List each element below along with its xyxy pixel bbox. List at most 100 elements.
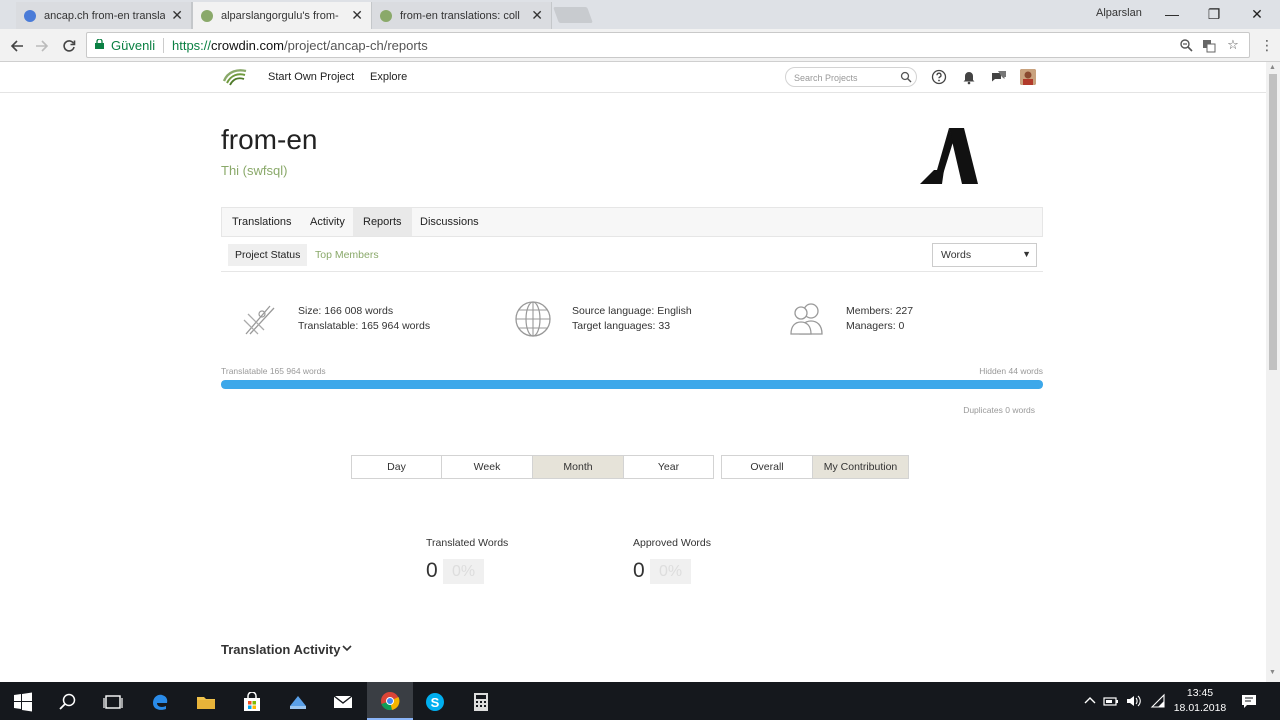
edge-browser-icon[interactable]	[150, 692, 170, 712]
restore-icon[interactable]: ❐	[1202, 3, 1226, 25]
browser-toolbar: Güvenli https://crowdin.com/project/anca…	[0, 29, 1280, 62]
battery-icon[interactable]	[1103, 693, 1119, 709]
new-tab-button[interactable]	[553, 7, 593, 23]
project-owner-link[interactable]: Thi (swfsql)	[221, 163, 287, 178]
crowdin-favicon-icon	[380, 9, 392, 22]
tab-discussions[interactable]: Discussions	[410, 208, 489, 236]
page-title: from-en	[221, 124, 318, 155]
browser-tab-2[interactable]: alparslangorgulu's from- ✕	[192, 2, 372, 29]
page-scrollbar[interactable]: ▲ ▼	[1266, 62, 1280, 682]
report-subtabs: Project Status Top Members Words ▼	[221, 237, 1043, 272]
forward-arrow-icon[interactable]	[31, 35, 53, 57]
task-view-icon[interactable]	[103, 692, 123, 712]
project-tabs: Translations Activity Reports Discussion…	[221, 207, 1043, 237]
search-icon[interactable]	[900, 71, 912, 83]
url-text[interactable]: https://crowdin.com/project/ancap-ch/rep…	[172, 38, 428, 53]
subtab-project-status[interactable]: Project Status	[228, 244, 308, 266]
reload-icon[interactable]	[58, 35, 80, 57]
translate-icon[interactable]	[1200, 37, 1218, 55]
stat-members: Members: 227 Managers: 0	[846, 305, 914, 332]
close-tab-icon[interactable]: ✕	[531, 7, 543, 24]
stat-size: Size: 166 008 words Translatable: 165 96…	[298, 305, 431, 332]
mail-icon[interactable]	[333, 692, 353, 712]
lock-icon	[95, 39, 104, 49]
stat-languages: Source language: English Target language…	[572, 305, 692, 332]
volume-icon[interactable]	[1125, 693, 1141, 709]
period-day-button[interactable]: Day	[351, 455, 442, 479]
search-box[interactable]	[785, 67, 917, 87]
chrome-icon	[381, 692, 400, 711]
chevron-up-icon[interactable]	[1082, 693, 1098, 709]
scope-my-contribution-button[interactable]: My Contribution	[812, 455, 909, 479]
ruler-tools-icon	[243, 305, 275, 335]
scroll-down-icon[interactable]: ▼	[1269, 669, 1276, 676]
approved-words-value: 0	[633, 559, 645, 582]
tab-translations[interactable]: Translations	[222, 208, 302, 236]
back-arrow-icon[interactable]	[6, 35, 28, 57]
file-explorer-icon[interactable]	[196, 692, 216, 712]
chevron-down-icon[interactable]	[342, 643, 352, 653]
period-week-button[interactable]: Week	[441, 455, 533, 479]
search-icon[interactable]	[58, 692, 78, 712]
action-center-icon[interactable]	[1241, 693, 1257, 709]
close-tab-icon[interactable]: ✕	[171, 7, 183, 24]
divider	[163, 38, 164, 53]
crowdin-favicon-icon	[201, 9, 213, 22]
scroll-thumb[interactable]	[1269, 74, 1277, 370]
crowdin-logo-icon[interactable]	[222, 67, 248, 87]
svg-text:S: S	[431, 695, 440, 710]
period-year-button[interactable]: Year	[623, 455, 714, 479]
period-month-button[interactable]: Month	[532, 455, 624, 479]
browser-tab-1[interactable]: ancap.ch from-en transla ✕	[16, 2, 192, 29]
progress-bar-fill	[221, 380, 1043, 389]
tab-activity[interactable]: Activity	[300, 208, 355, 236]
notifications-bell-icon[interactable]	[961, 69, 977, 85]
windows-start-icon[interactable]	[13, 692, 33, 712]
tab-reports[interactable]: Reports	[353, 208, 412, 236]
minimize-icon[interactable]: —	[1160, 3, 1184, 25]
secure-label: Güvenli	[111, 38, 156, 53]
menu-icon[interactable]: ⋮	[1256, 35, 1278, 57]
project-logo-icon	[920, 128, 978, 184]
progress-bar	[221, 380, 1043, 389]
unit-select[interactable]: Words ▼	[932, 243, 1037, 267]
browser-tab-strip: ancap.ch from-en transla ✕ alparslangorg…	[0, 0, 1280, 29]
globe-icon	[515, 301, 551, 337]
site-header: Start Own Project Explore	[0, 62, 1266, 93]
crowdin-favicon-icon	[24, 9, 36, 22]
address-bar[interactable]: Güvenli https://crowdin.com/project/anca…	[86, 32, 1250, 58]
translation-activity-title[interactable]: Translation Activity	[221, 642, 340, 657]
zoom-icon[interactable]	[1177, 37, 1195, 55]
members-icon	[790, 303, 823, 335]
duplicates-label: Duplicates 0 words	[963, 405, 1035, 415]
close-tab-icon[interactable]: ✕	[351, 7, 363, 24]
translated-words-label: Translated Words	[426, 537, 509, 549]
bookmark-star-icon[interactable]: ☆	[1224, 37, 1242, 55]
skype-icon[interactable]: S	[425, 692, 445, 712]
help-icon[interactable]	[931, 69, 947, 85]
browser-tab-3[interactable]: from-en translations: coll ✕	[372, 2, 552, 29]
chrome-taskbar-button[interactable]	[367, 682, 413, 720]
explore-link[interactable]: Explore	[370, 71, 407, 83]
close-window-icon[interactable]: ✕	[1245, 3, 1269, 25]
approved-words-label: Approved Words	[633, 537, 712, 549]
translated-words-percent: 0%	[443, 559, 484, 584]
messages-icon[interactable]	[991, 69, 1007, 85]
browser-profile-name[interactable]: Alparslan	[1096, 7, 1142, 19]
start-own-project-link[interactable]: Start Own Project	[268, 71, 354, 83]
subtab-top-members[interactable]: Top Members	[308, 244, 386, 266]
scope-overall-button[interactable]: Overall	[721, 455, 813, 479]
scroll-up-icon[interactable]: ▲	[1269, 64, 1276, 71]
system-clock[interactable]: 13:45 18.01.2018	[1172, 686, 1228, 716]
store-icon[interactable]	[242, 692, 262, 712]
approved-words-percent: 0%	[650, 559, 691, 584]
search-input[interactable]	[794, 71, 894, 84]
network-app-icon[interactable]	[288, 692, 308, 712]
dropdown-arrow-icon: ▼	[1022, 249, 1031, 259]
avatar[interactable]	[1020, 69, 1036, 85]
wifi-icon[interactable]	[1150, 693, 1166, 709]
calculator-icon[interactable]	[471, 692, 491, 712]
translated-words-value: 0	[426, 559, 438, 582]
hidden-label: Hidden 44 words	[979, 366, 1043, 376]
unit-select-value: Words	[941, 249, 972, 261]
